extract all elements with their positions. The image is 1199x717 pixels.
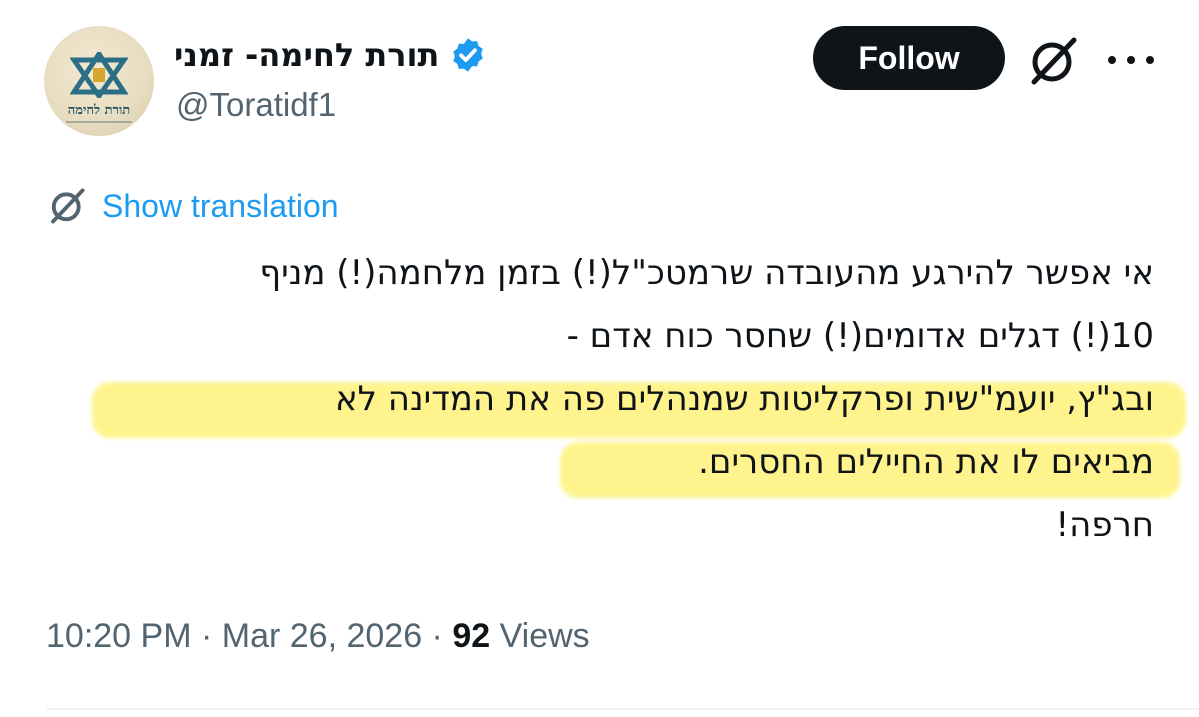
grok-icon[interactable] <box>1026 34 1080 88</box>
verified-badge-icon <box>453 38 484 72</box>
views-label: Views <box>490 616 590 655</box>
tweet-text: אי אפשר להירגע מהעובדה שרמטכ"ל(!) בזמן מ… <box>60 242 1154 557</box>
avatar-logo-subline <box>66 121 132 123</box>
tweet-text-line: אי אפשר להירגע מהעובדה שרמטכ"ל(!) בזמן מ… <box>259 253 1154 293</box>
tweet-text-line: חרפה! <box>1055 505 1154 545</box>
star-of-david-logo-icon <box>70 52 128 98</box>
more-dot-icon <box>1127 56 1135 64</box>
tweet-text-line: ובג"ץ, יועמ"שית ופרקליטות שמנהלים פה את … <box>334 379 1154 419</box>
tweet-metadata: 10:20 PM · Mar 26, 2026 · 92 Views <box>46 612 590 660</box>
author-display-name[interactable]: תורת לחימה- זמני <box>174 36 439 74</box>
translation-row[interactable]: Show translation <box>46 184 339 228</box>
divider <box>46 708 1199 710</box>
tweet-time[interactable]: 10:20 PM <box>46 617 192 656</box>
more-dot-icon <box>1108 56 1116 64</box>
meta-separator: · <box>191 616 222 655</box>
avatar-logo-text: תורת לחימה <box>67 103 131 118</box>
more-options-icon[interactable] <box>1108 40 1154 80</box>
tweet-text-line: מביאים לו את החיילים החסרים. <box>698 442 1154 482</box>
views-count: 92 <box>452 616 491 655</box>
author-name-row[interactable]: תורת לחימה- זמני <box>174 30 487 80</box>
more-dot-icon <box>1146 56 1154 64</box>
author-handle[interactable]: @Toratidf1 <box>176 86 336 124</box>
tweet-text-line: 10(!) דגלים אדומים(!) שחסר כוח אדם - <box>566 316 1154 356</box>
meta-separator: · <box>422 616 453 655</box>
show-translation-link[interactable]: Show translation <box>102 188 339 225</box>
avatar[interactable]: תורת לחימה <box>44 26 154 136</box>
grok-translate-icon <box>51 188 85 224</box>
tweet-date[interactable]: Mar 26, 2026 <box>222 617 422 656</box>
follow-button[interactable]: Follow <box>813 26 1005 90</box>
